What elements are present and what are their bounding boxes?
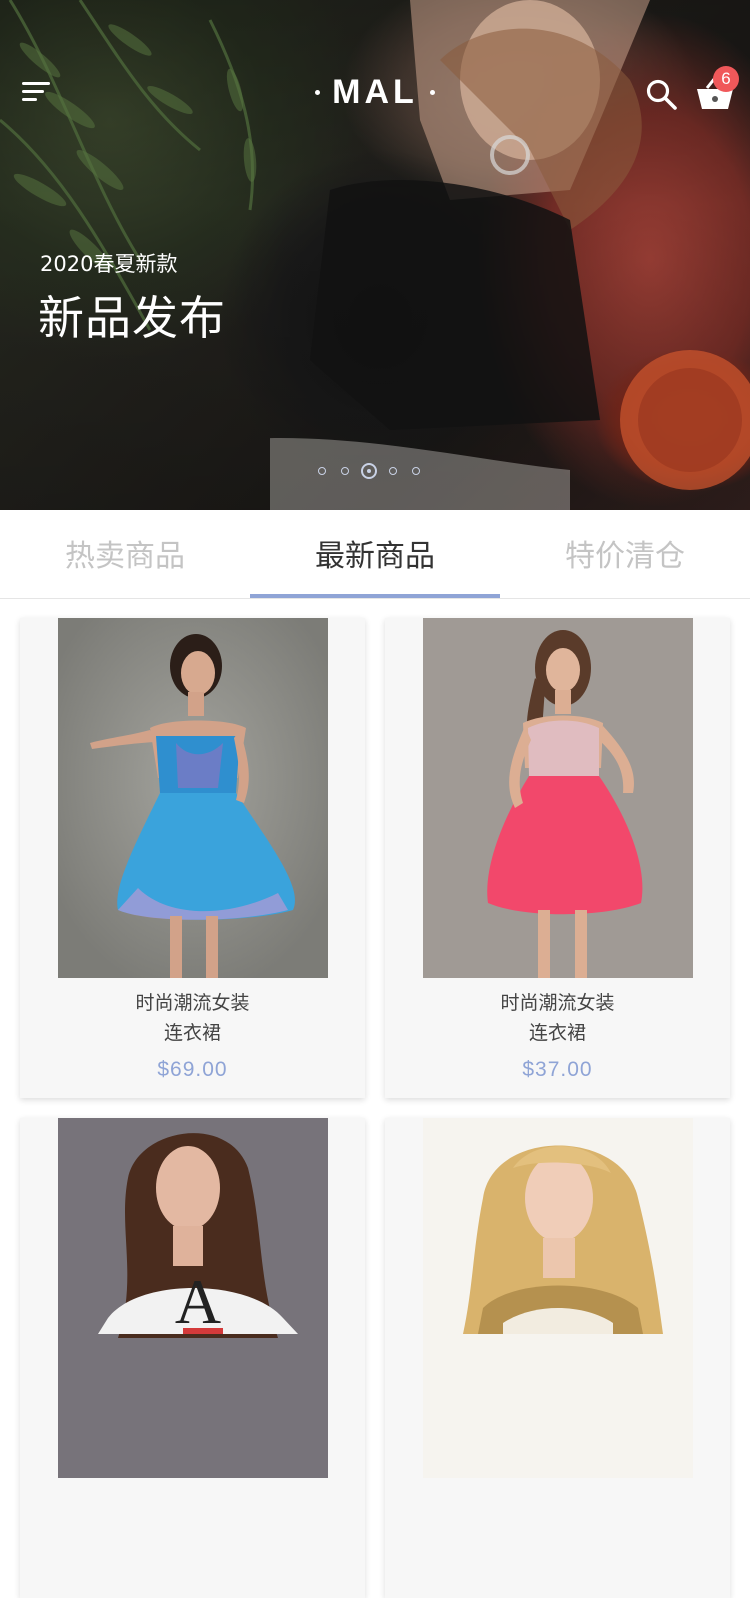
product-name-line2: 连衣裙 [528, 1022, 586, 1044]
hero-subtitle: 2020春夏新款 [40, 252, 178, 276]
product-card[interactable]: A [20, 1118, 365, 1598]
brand-logo[interactable]: MAL [315, 70, 435, 114]
product-card[interactable]: 时尚潮流女装 连衣裙 $69.00 [20, 618, 365, 1098]
shirt-print-letter: A [175, 1266, 221, 1337]
top-navigation-bar: MAL 6 [0, 0, 750, 180]
tab-hot-products[interactable]: 热卖商品 [0, 510, 250, 598]
product-price: $37.00 [522, 1058, 593, 1081]
hero-title: 新品发布 [38, 291, 226, 345]
product-image [423, 1118, 693, 1478]
menu-icon[interactable] [22, 82, 52, 104]
product-name-line1: 时尚潮流女装 [135, 992, 250, 1014]
product-name-line2: 连衣裙 [163, 1022, 221, 1044]
hero-banner[interactable]: MAL 6 2020春夏新款 新品发布 [0, 0, 750, 510]
product-image [423, 618, 693, 978]
product-price: $69.00 [157, 1058, 228, 1081]
tab-clearance[interactable]: 特价清仓 [500, 510, 750, 598]
product-card[interactable]: 时尚潮流女装 连衣裙 $37.00 [385, 618, 730, 1098]
product-image [58, 618, 328, 978]
product-category-tabs: 热卖商品 最新商品 特价清仓 [0, 510, 750, 599]
product-card[interactable] [385, 1118, 730, 1598]
product-image: A [58, 1118, 328, 1478]
product-name: 时尚潮流女装 连衣裙 [20, 988, 365, 1048]
logo-text: MAL [332, 73, 418, 111]
product-name-line1: 时尚潮流女装 [500, 992, 615, 1014]
carousel-indicators [318, 463, 435, 479]
search-icon[interactable] [645, 78, 679, 112]
carousel-dot-active[interactable] [361, 463, 377, 479]
product-name: 时尚潮流女装 连衣裙 [385, 988, 730, 1048]
carousel-dot[interactable] [412, 467, 420, 475]
carousel-dot[interactable] [341, 467, 349, 475]
tab-new-products[interactable]: 最新商品 [250, 510, 500, 598]
carousel-dot[interactable] [389, 467, 397, 475]
cart-count-badge: 6 [713, 66, 739, 92]
carousel-dot[interactable] [318, 467, 326, 475]
